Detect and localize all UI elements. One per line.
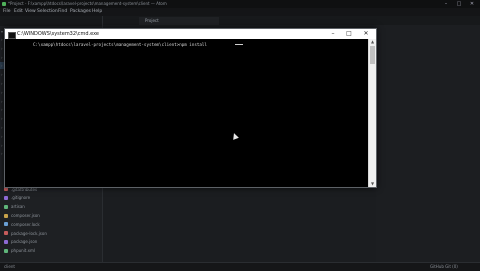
tree-item[interactable]: artisan: [0, 203, 102, 210]
tree-item[interactable]: composer.json: [0, 212, 102, 219]
cmd-prompt-line: C:\xampp\htdocs\laravel-projects\managem…: [33, 42, 207, 47]
close-button[interactable]: ✕: [466, 0, 478, 8]
tree-item[interactable]: .gitignore: [0, 194, 102, 201]
file-icon: [4, 248, 8, 253]
cmd-scrollbar[interactable]: ▲ ▼: [368, 39, 376, 187]
menu-selection[interactable]: Selection: [37, 8, 58, 16]
cmd-maximize-button[interactable]: □: [343, 29, 355, 39]
tab-project[interactable]: Project: [139, 17, 219, 25]
tree-item[interactable]: phpunit.xml: [0, 247, 102, 254]
file-icon: [4, 231, 8, 236]
menu-packages[interactable]: Packages: [70, 8, 91, 16]
cmd-icon: [8, 31, 16, 39]
file-icon: [4, 239, 8, 244]
menu-edit[interactable]: Edit: [14, 8, 23, 16]
file-icon: [4, 195, 8, 200]
menu-find[interactable]: Find: [58, 8, 67, 16]
cmd-close-button[interactable]: ✕: [360, 29, 372, 39]
tree-item-label: composer.lock: [11, 221, 40, 227]
cmd-window[interactable]: C:\WINDOWS\system32\cmd.exe – □ ✕ C:\xam…: [4, 28, 377, 188]
minimize-button[interactable]: –: [440, 0, 452, 8]
cmd-text-cursor: [235, 44, 243, 45]
menu-bar: File Edit View Selection Find Packages H…: [0, 8, 480, 16]
tree-item-label: artisan: [11, 204, 25, 210]
editor-pane: [376, 25, 480, 262]
atom-app-icon: [2, 2, 6, 6]
tree-item[interactable]: package.json: [0, 238, 102, 245]
tree-item-label: package.json: [11, 239, 38, 245]
menu-file[interactable]: File: [3, 8, 11, 16]
tree-item[interactable]: package-lock.json: [0, 230, 102, 237]
editor-tab-bar: Project: [103, 16, 480, 25]
scroll-down-icon[interactable]: ▼: [369, 181, 376, 187]
window-title: *Project - F:\xampp\htdocs\laravel-proje…: [8, 1, 167, 6]
tree-item[interactable]: composer.lock: [0, 221, 102, 228]
atom-titlebar: *Project - F:\xampp\htdocs\laravel-proje…: [0, 0, 480, 8]
scrollbar-thumb[interactable]: [370, 46, 375, 64]
cmd-minimize-button[interactable]: –: [327, 29, 339, 39]
tree-item-label: composer.json: [11, 213, 40, 218]
menu-view[interactable]: View: [25, 8, 36, 16]
file-icon: [4, 204, 8, 209]
file-icon: [4, 213, 8, 218]
maximize-button[interactable]: □: [453, 0, 465, 8]
menu-help[interactable]: Help: [92, 8, 102, 16]
scroll-up-icon[interactable]: ▲: [369, 39, 376, 45]
cmd-titlebar[interactable]: C:\WINDOWS\system32\cmd.exe – □ ✕: [5, 29, 376, 39]
cmd-console[interactable]: C:\xampp\htdocs\laravel-projects\managem…: [5, 39, 369, 187]
file-icon: [4, 222, 8, 227]
tree-item-label: .gitignore: [11, 195, 31, 201]
cmd-title: C:\WINDOWS\system32\cmd.exe: [17, 31, 99, 37]
tree-item-label: phpunit.xml: [11, 248, 36, 254]
tree-item-label: package-lock.json: [11, 230, 47, 236]
tree-header: [0, 16, 102, 26]
mouse-pointer-icon: [231, 132, 239, 140]
